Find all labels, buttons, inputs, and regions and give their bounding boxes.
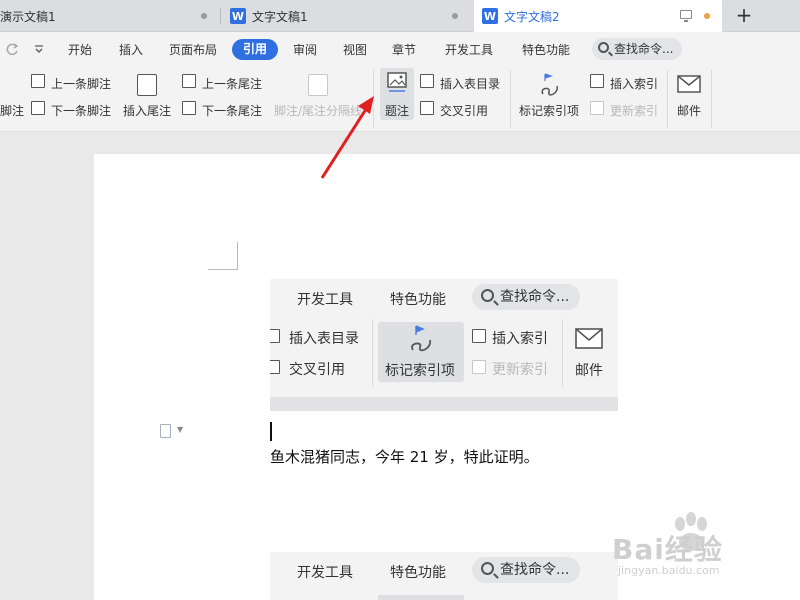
embedded-mark-index-label: 标记索引项 [385,363,455,379]
ribbon-divider [667,70,668,128]
prev-footnote-icon [31,74,45,88]
menu-page-layout[interactable]: 页面布局 [169,41,217,58]
menu-references[interactable]: 引用 [232,39,278,60]
embedded-dev-tools-label: 开发工具 [297,292,353,308]
text-cursor [270,422,272,441]
cross-reference-icon [420,101,434,115]
embedded-cross-ref-label: 交叉引用 [289,362,345,378]
embedded-search-pill: 查找命令... [472,284,580,310]
caption-button[interactable]: 题注 [385,102,409,119]
search-icon [481,289,494,302]
insert-table-of-figures-icon [420,74,434,88]
insert-table-of-figures-button[interactable]: 插入表目录 [440,75,500,92]
watermark-url: jingyan.baidu.com [618,564,720,577]
ribbon-divider [711,70,712,128]
command-search[interactable]: 查找命令... [592,38,682,60]
menu-review[interactable]: 审阅 [293,41,317,58]
embedded-dev-tools-label: 开发工具 [297,565,353,581]
cross-reference-button[interactable]: 交叉引用 [440,102,488,119]
mail-icon [677,75,701,93]
margin-corner-mark [208,242,238,270]
writer-icon: W [230,8,246,24]
insert-index-icon [590,74,604,88]
chevron-down-icon[interactable]: ▼ [177,425,183,434]
embedded-mark-index-highlight [378,595,464,600]
new-tab-button[interactable]: + [732,4,756,28]
search-icon [481,562,494,575]
next-endnote-button[interactable]: 下一条尾注 [202,102,262,119]
next-footnote-icon [31,101,45,115]
writer-icon: W [482,8,498,24]
menu-developer[interactable]: 开发工具 [445,41,493,58]
prev-footnote-button[interactable]: 上一条脚注 [51,75,111,92]
search-icon [598,42,609,53]
mail-icon [575,328,603,349]
tab-separator [220,8,221,24]
embedded-search-label: 查找命令... [500,562,570,578]
prev-endnote-button[interactable]: 上一条尾注 [202,75,262,92]
embedded-screenshot-2: 开发工具 特色功能 查找命令... [270,552,618,600]
red-arrow-icon [320,96,374,179]
tab-bar: 演示文稿1 W 文字文稿1 W 文字文稿2 + [0,0,800,32]
menu-home[interactable]: 开始 [68,41,92,58]
insert-index-button[interactable]: 插入索引 [610,75,658,92]
ribbon-divider [510,70,511,128]
cross-reference-icon [270,360,280,374]
next-footnote-button[interactable]: 下一条脚注 [51,102,111,119]
embedded-features-label: 特色功能 [390,565,446,581]
prev-endnote-icon [182,74,196,88]
update-index-icon [472,360,486,374]
tab-label: 文字文稿2 [504,9,560,24]
tab-document-2[interactable]: W 文字文稿2 [474,0,722,32]
menu-view[interactable]: 视图 [343,41,367,58]
embedded-insert-toc-label: 插入表目录 [289,331,359,347]
embedded-screenshot-footer [270,397,618,411]
tab-presentation[interactable]: 演示文稿1 [0,0,219,32]
embedded-divider [562,319,563,387]
tab-label: 演示文稿1 [0,9,56,24]
caption-icon [387,72,407,92]
menu-chapter[interactable]: 章节 [392,41,416,58]
update-index-icon [590,101,604,115]
paragraph-handle-icon[interactable] [160,424,171,438]
mark-index-entry-button[interactable]: 标记索引项 [519,102,579,119]
menu-insert[interactable]: 插入 [119,41,143,58]
tab-close-dot[interactable] [452,13,458,19]
insert-index-icon [472,329,486,343]
insert-endnote-icon [137,74,157,96]
embedded-divider [372,319,373,387]
mark-index-entry-icon [541,73,558,96]
embedded-mail-label: 邮件 [575,363,603,379]
tab-document-1[interactable]: W 文字文稿1 [222,0,470,32]
customize-dropdown-icon[interactable] [34,44,44,54]
baidu-jingyan-watermark: Bai经验 jingyan.baidu.com [612,512,782,582]
insert-table-of-figures-icon [270,329,280,343]
mail-merge-button[interactable]: 邮件 [677,102,701,119]
insert-footnote-button[interactable]: 脚注 [0,102,24,119]
watermark-logo-text: Bai经验 [612,533,723,566]
command-search-label: 查找命令... [614,42,674,56]
redo-icon[interactable] [6,43,20,55]
next-endnote-icon [182,101,196,115]
mark-index-entry-icon [411,325,431,352]
embedded-screenshot: 开发工具 特色功能 查找命令... 插入表目录 交叉引用 标记索引项 插入索引 … [270,279,618,411]
menu-special-features[interactable]: 特色功能 [522,41,570,58]
update-index-button[interactable]: 更新索引 [610,102,658,119]
embedded-features-label: 特色功能 [390,292,446,308]
embedded-update-index-label: 更新索引 [492,362,548,378]
insert-endnote-button[interactable]: 插入尾注 [123,102,171,119]
document-body-text[interactable]: 鱼木混猪同志，今年 21 岁，特此证明。 [270,446,539,467]
unsaved-dot-icon [704,13,710,19]
tab-label: 文字文稿1 [252,9,308,24]
embedded-search-pill: 查找命令... [472,557,580,583]
embedded-search-label: 查找命令... [500,289,570,305]
menu-bar: 开始 插入 页面布局 引用 审阅 视图 章节 开发工具 特色功能 查找命令... [0,32,800,66]
tab-close-dot[interactable] [201,13,207,19]
monitor-icon[interactable] [680,10,692,22]
embedded-insert-index-label: 插入索引 [492,331,548,347]
